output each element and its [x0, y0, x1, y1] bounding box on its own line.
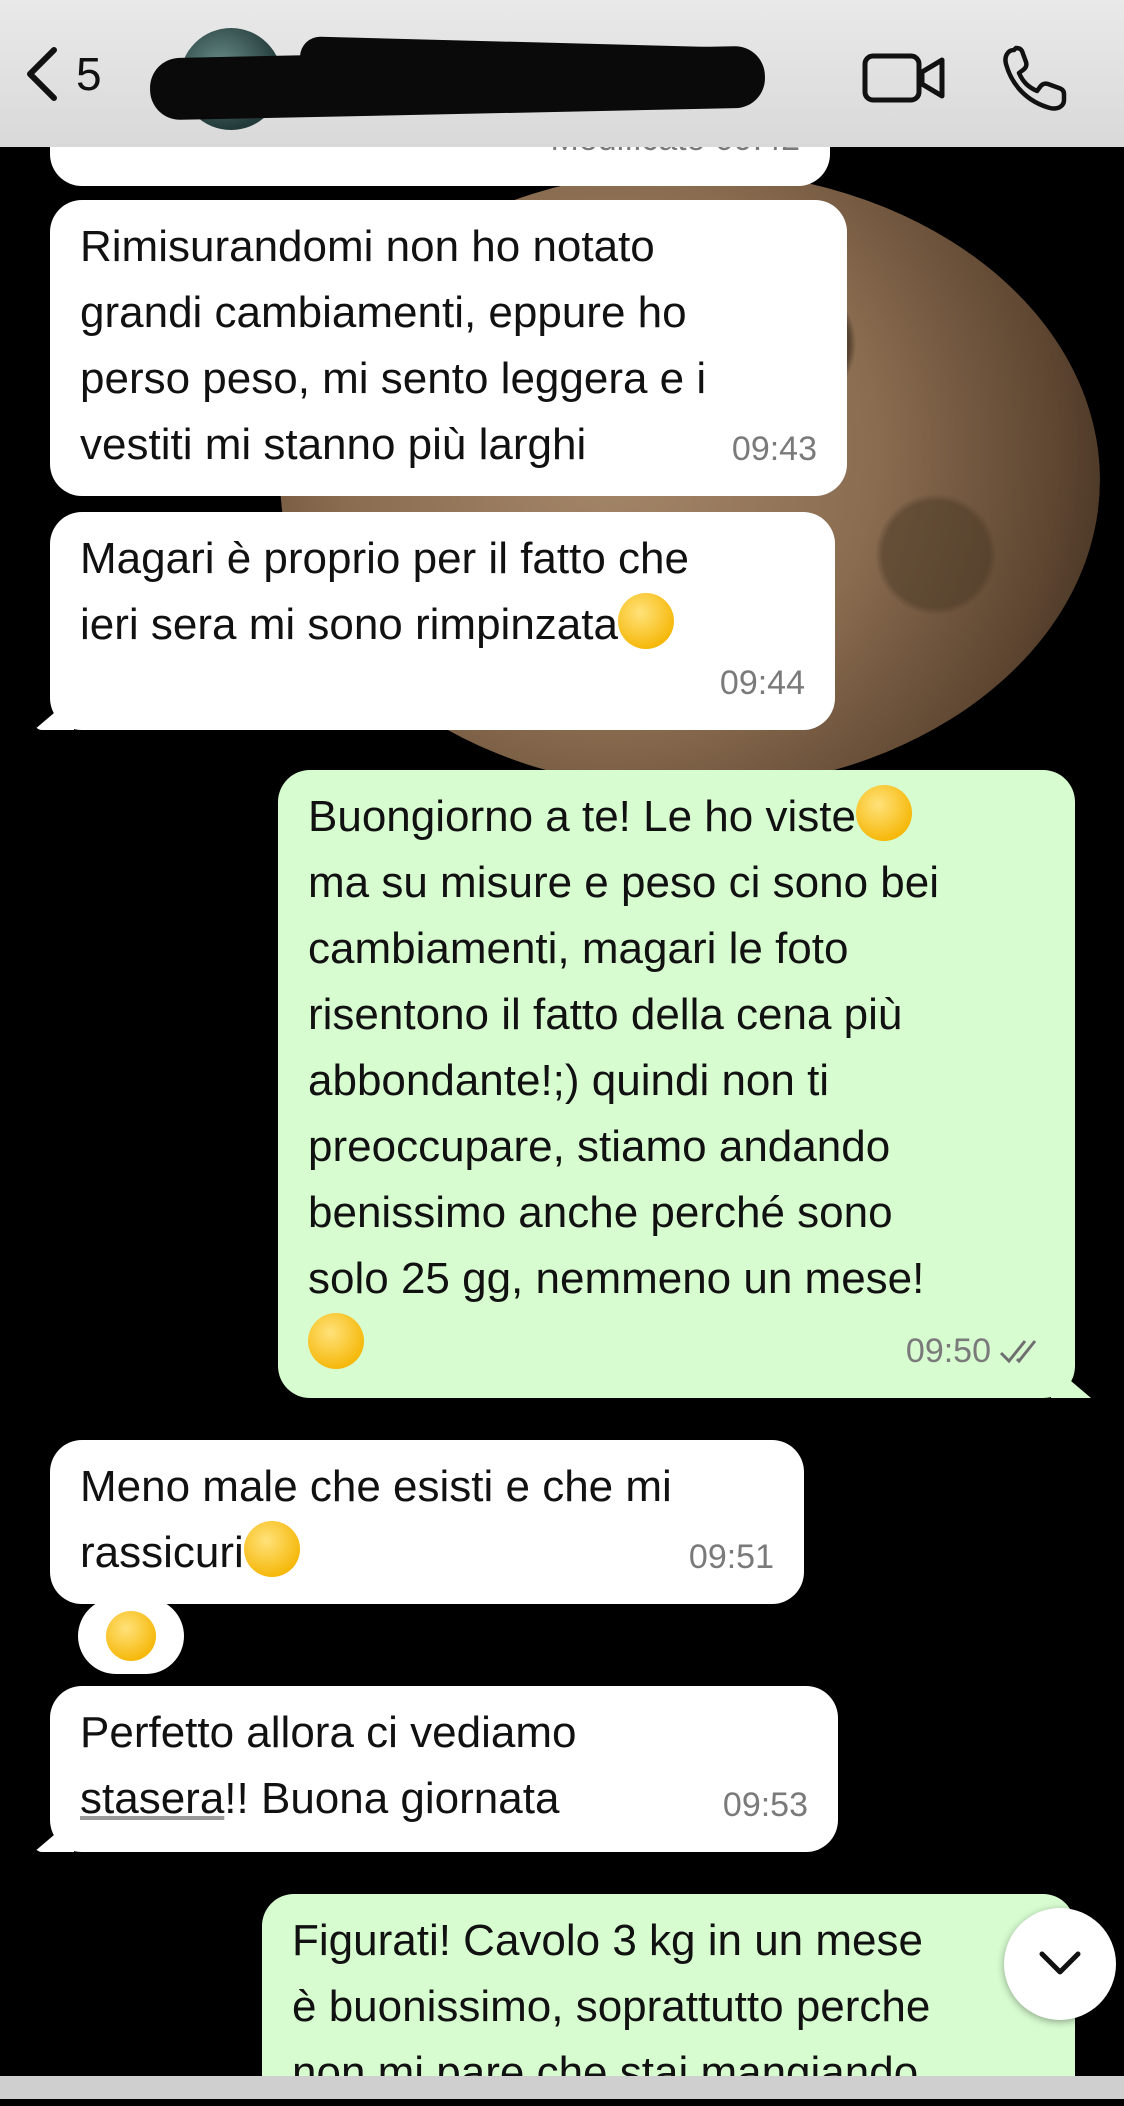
message-status: 09:50 — [906, 1318, 1045, 1384]
crying-face-icon — [617, 593, 674, 649]
message-timestamp: 09:44 — [719, 664, 805, 702]
message-bubble-incoming[interactable]: Meno male che esisti e che mi rassicuri … — [50, 1440, 804, 1604]
message-timestamp: 09:50 — [905, 1332, 991, 1370]
message-bubble-incoming[interactable]: Magari è proprio per il fatto che ieri s… — [50, 512, 835, 730]
message-text-body: Magari è proprio per il fatto che ieri s… — [80, 534, 689, 649]
video-camera-icon[interactable] — [862, 48, 946, 108]
message-text: Rimisurandomi non ho notato grandi cambi… — [80, 222, 707, 469]
input-bar-edge — [0, 2076, 1124, 2099]
rofl-face-icon — [243, 1521, 300, 1577]
chat-header: 5 — [0, 0, 1124, 147]
message-timestamp: 09:43 — [731, 430, 817, 468]
message-text-body: ma su misure e peso ci sono bei cambiame… — [308, 858, 939, 1303]
message-text-line: !! Buona giornata — [224, 1774, 560, 1823]
message-reaction[interactable] — [78, 1598, 184, 1674]
message-timestamp: 09:51 — [688, 1538, 774, 1576]
message-text-line: Buongiorno a te! Le ho viste — [308, 792, 856, 841]
phone-icon[interactable] — [998, 44, 1070, 116]
date-link[interactable]: stasera — [80, 1774, 224, 1823]
chevron-down-icon — [1039, 1951, 1081, 1975]
joy-face-icon — [106, 1611, 156, 1661]
message-text: Meno male che esisti e che mi rassicuri — [80, 1454, 774, 1586]
chevron-left-icon — [27, 46, 57, 101]
message-bubble-incoming[interactable]: Perfetto allora ci vediamo stasera!! Buo… — [50, 1686, 838, 1852]
message-text: Perfetto allora ci vediamo stasera!! Buo… — [80, 1700, 808, 1832]
smiling-face-icon — [855, 785, 912, 841]
message-text: Buongiorno a te! Le ho viste ma su misur… — [308, 784, 1045, 1378]
message-bubble-incoming[interactable]: Rimisurandomi non ho notato grandi cambi… — [50, 200, 847, 496]
back-button[interactable]: 5 — [22, 44, 102, 104]
message-bubble-outgoing[interactable]: Figurati! Cavolo 3 kg in un mese è buoni… — [262, 1894, 1075, 2097]
message-text-body: Meno male che esisti e che mi rassicuri — [80, 1462, 672, 1577]
relieved-face-icon — [308, 1313, 364, 1369]
scroll-to-bottom-button[interactable] — [1004, 1908, 1116, 2020]
unread-count: 5 — [76, 47, 102, 100]
double-check-read-icon — [999, 1340, 1037, 1364]
message-timestamp: 09:53 — [722, 1786, 808, 1824]
message-text-line: Perfetto allora ci vediamo — [80, 1708, 577, 1757]
message-bubble-outgoing[interactable]: Buongiorno a te! Le ho viste ma su misur… — [278, 770, 1075, 1398]
message-text: Magari è proprio per il fatto che ieri s… — [80, 526, 805, 658]
